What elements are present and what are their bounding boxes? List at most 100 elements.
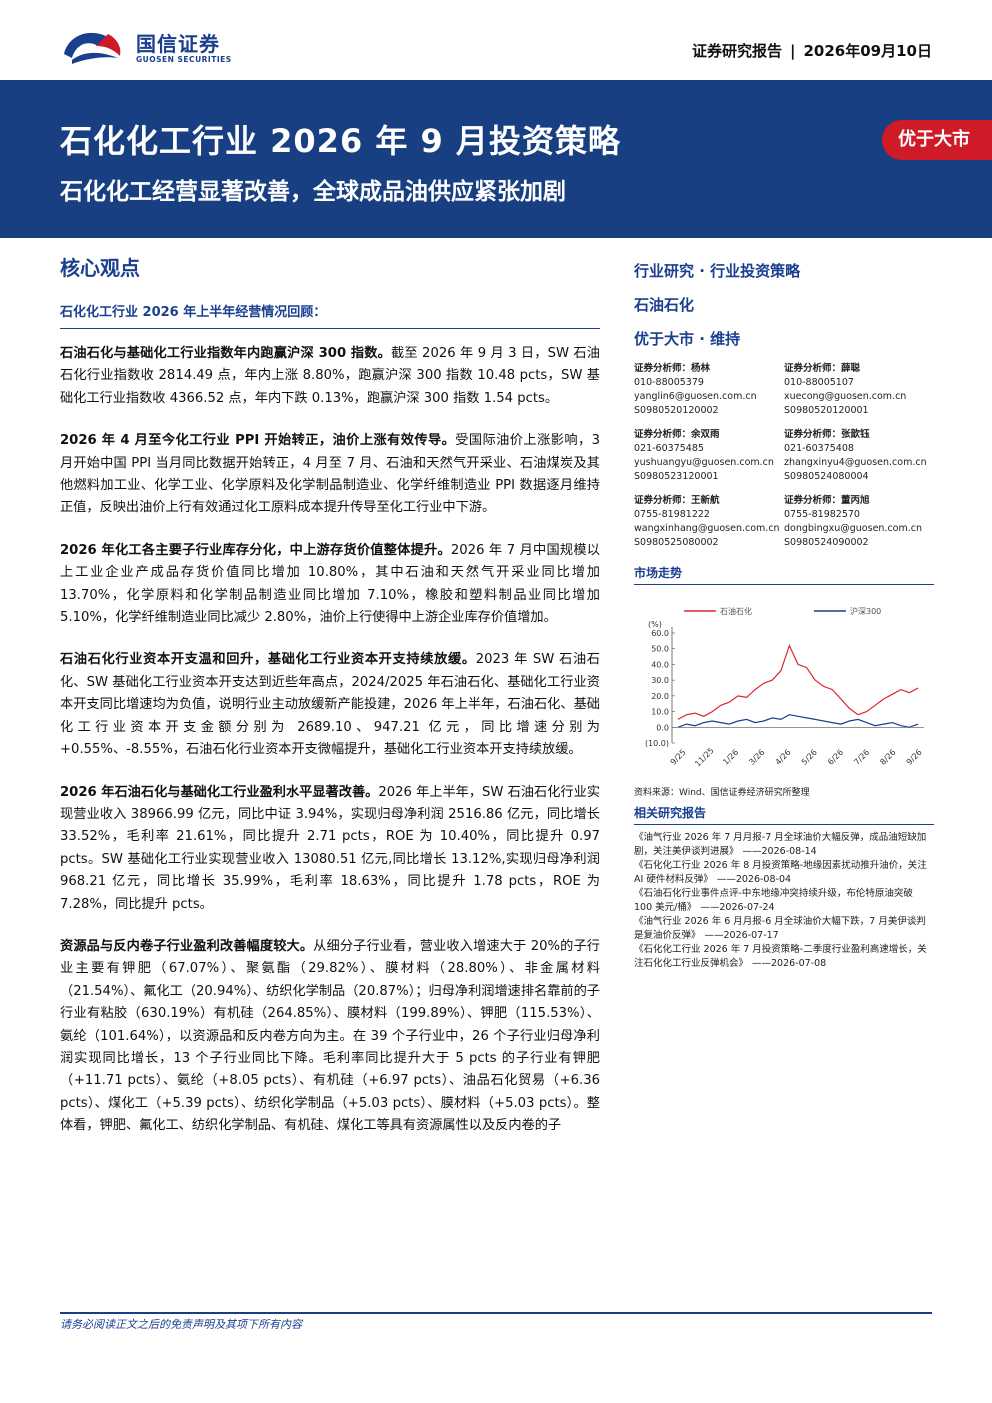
related-report-text: 《油气行业 2026 年 6 月月报-6 月全球油价大幅下跌，7 月美伊谈判是复… (634, 916, 926, 941)
logo-chinese-name: 国信证券 (136, 32, 220, 56)
y-tick-label: 50.0 (651, 645, 669, 654)
analyst-name-line: 证券分析师：董丙旭 (784, 494, 934, 508)
analyst-card: 证券分析师：杨林 010-88005379 yanglin6@guosen.com.… (634, 362, 784, 418)
x-tick-label: 7/26 (852, 748, 871, 767)
related-report-item[interactable]: 《石化化工行业 2026 年 8 月投资策略-地缘因素扰动推升油价，关注 AI … (634, 859, 934, 886)
analyst-name: 薛聪 (841, 363, 861, 374)
analyst-card: 证券分析师：张歆钰 021-60375408 zhangxinyu4@guosen.… (784, 428, 934, 484)
analyst-email[interactable]: yanglin6@guosen.com.cn (634, 390, 784, 404)
page-header: 国信证券 GUOSEN SECURITIES 证券研究报告 | 2026年09月10… (0, 0, 992, 80)
report-title: 石化化工行业 2026 年 9 月投资策略 (60, 122, 621, 160)
analyst-name-line: 证券分析师：余双雨 (634, 428, 784, 442)
related-report-date: ——2026-08-14 (742, 845, 817, 857)
report-meta: 证券研究报告 | 2026年09月10日 (692, 40, 932, 61)
logo-english-name: GUOSEN SECURITIES (136, 55, 232, 64)
analyst-email[interactable]: yushuangyu@guosen.com.cn (634, 456, 784, 470)
analyst-name-line: 证券分析师：杨林 (634, 362, 784, 376)
analyst-cert: S0980524080004 (784, 471, 869, 482)
analyst-name: 余双雨 (691, 429, 720, 440)
title-banner: 石化化工行业 2026 年 9 月投资策略 石化化工经营显著改善，全球成品油供应… (0, 80, 992, 238)
chart-source-note: 资料来源：Wind、国信证券经济研究所整理 (634, 788, 810, 798)
market-trend-title: 市场走势 (634, 564, 934, 585)
report-type: 证券研究报告 (692, 42, 783, 60)
x-tick-label: 8/26 (878, 748, 897, 767)
x-tick-label: 6/26 (826, 748, 845, 767)
related-report-item[interactable]: 《石化化工行业 2026 年 7 月投资策略-二季度行业盈利高速增长，关注石化化… (634, 943, 934, 970)
paragraph-lead: 石油石化与基础化工行业指数年内跑赢沪深 300 指数。 (60, 346, 391, 361)
analyst-phone: 010-88005107 (784, 377, 854, 388)
related-report-item[interactable]: 《油气行业 2026 年 6 月月报-6 月全球油价大幅下跌，7 月美伊谈判是复… (634, 915, 934, 942)
related-report-date: ——2026-07-17 (704, 929, 779, 941)
y-tick-label: 30.0 (651, 676, 669, 685)
footer-disclaimer: 请务必阅读正文之后的免责声明及其项下所有内容 (60, 1318, 302, 1331)
main-content: 核心观点 石化化工行业 2026 年上半年经营情况回顾： 石油石化与基础化工行业… (60, 252, 600, 1138)
analyst-cert: S0980520120002 (634, 405, 719, 416)
market-trend-chart: 石油石化 沪深300 (%) 60.0 50.0 40.0 30.0 20.0 10.0 0.0 (… (634, 593, 934, 783)
paragraph-lead: 2026 年化工各主要子行业库存分化，中上游存货价值整体提升。 (60, 542, 451, 558)
related-report-date: ——2026-07-08 (752, 957, 827, 969)
analyst-title: 证券分析师： (634, 429, 692, 440)
analyst-title: 证券分析师： (784, 495, 842, 506)
analyst-name: 王新航 (691, 495, 720, 506)
analyst-email[interactable]: zhangxinyu4@guosen.com.cn (784, 456, 934, 470)
analyst-name-line: 证券分析师：薛聪 (784, 362, 934, 376)
analyst-name: 张歆钰 (841, 429, 870, 440)
analyst-title: 证券分析师： (634, 363, 692, 374)
analyst-title: 证券分析师： (784, 363, 842, 374)
body-paragraph: 2026 年石油石化与基础化工行业盈利水平显著改善。2026 年上半年，SW 石… (60, 782, 600, 916)
guosen-logo-icon (64, 32, 121, 64)
y-tick-label: 10.0 (651, 708, 669, 717)
analyst-list: 证券分析师：杨林 010-88005379 yanglin6@guosen.com.… (634, 362, 934, 550)
analyst-email[interactable]: wangxinhang@guosen.com.cn (634, 522, 784, 536)
analyst-cert: S0980525080002 (634, 537, 719, 548)
analyst-phone: 010-88005379 (634, 377, 704, 388)
analyst-email[interactable]: xuecong@guosen.com.cn (784, 390, 934, 404)
legend-label: 沪深300 (850, 606, 881, 616)
related-report-list: 《油气行业 2026 年 7 月月报-7 月全球油价大幅反弹，成品油短缺加剧，关… (634, 831, 934, 970)
analyst-cert: S0980524090002 (784, 537, 869, 548)
paragraph-lead: 2026 年石油石化与基础化工行业盈利水平显著改善。 (60, 784, 379, 800)
chart-svg: 石油石化 沪深300 (%)60.0 50.0 40.0 30.0 20.0 10.0 0.0 (… (645, 606, 924, 769)
analyst-card: 证券分析师：王新航 0755-81981222 wangxinhang@guosen… (634, 494, 784, 550)
series-line (677, 643, 919, 720)
body-paragraph: 2026 年化工各主要子行业库存分化，中上游存货价值整体提升。2026 年 7 … (60, 540, 600, 630)
analyst-email[interactable]: dongbingxu@guosen.com.cn (784, 522, 934, 536)
paragraph-text: 2023 年 SW 石油石化、SW 基础化工行业资本开支达到近些年高点，2024… (60, 652, 600, 758)
paragraph-lead: 石油石化行业资本开支温和回升，基础化工行业资本开支持续放缓。 (60, 652, 476, 668)
analyst-phone: 021-60375408 (784, 443, 854, 454)
analyst-name: 杨林 (691, 363, 711, 374)
report-category: 行业研究 · 行业投资策略 (634, 262, 801, 280)
paragraph-lead: 资源品与反内卷子行业盈利改善幅度较大。 (60, 938, 314, 954)
legend-label: 石油石化 (720, 606, 752, 616)
report-date: 2026年09月10日 (803, 42, 933, 60)
analyst-phone: 0755-81981222 (634, 509, 710, 520)
related-reports-title: 相关研究报告 (634, 804, 934, 825)
analyst-name-line: 证券分析师：张歆钰 (784, 428, 934, 442)
section-title: 核心观点 (60, 256, 140, 280)
related-report-date: ——2026-07-24 (700, 901, 775, 913)
sidebar: 行业研究 · 行业投资策略 石油石化 优于大市 · 维持 证券分析师：杨林 010… (634, 260, 934, 971)
related-report-item[interactable]: 《石油石化行业事件点评-中东地缘冲突持续升级，布伦特原油突破 100 美元/桶》… (634, 887, 934, 914)
analyst-card: 证券分析师：余双雨 021-60375485 yushuangyu@guosen.c… (634, 428, 784, 484)
analyst-cert: S0980520120001 (784, 405, 869, 416)
meta-separator: | (790, 42, 796, 60)
x-tick-label: 3/26 (747, 748, 766, 767)
analyst-phone: 021-60375485 (634, 443, 704, 454)
x-tick-label: 9/25 (669, 748, 688, 767)
analyst-cert: S0980523120001 (634, 471, 719, 482)
related-report-item[interactable]: 《油气行业 2026 年 7 月月报-7 月全球油价大幅反弹，成品油短缺加剧，关… (634, 831, 934, 858)
y-tick-label: 20.0 (651, 692, 669, 701)
paragraph-text: 2026 年上半年，SW 石油石化行业实现营业收入 38966.99 亿元，同比… (60, 784, 601, 912)
analyst-card: 证券分析师：董丙旭 0755-81982570 dongbingxu@guosen.… (784, 494, 934, 550)
analyst-title: 证券分析师： (784, 429, 842, 440)
analyst-name: 董丙旭 (841, 495, 870, 506)
paragraph-lead: 2026 年 4 月至今化工行业 PPI 开始转正，油价上涨有效传导。 (60, 433, 456, 449)
analyst-name-line: 证券分析师：王新航 (634, 494, 784, 508)
y-tick-label: (10.0) (645, 739, 669, 748)
analyst-card: 证券分析师：薛聪 010-88005107 xuecong@guosen.com.c… (784, 362, 934, 418)
y-unit-label: (%) (648, 620, 662, 629)
x-tick-label: 1/26 (721, 748, 740, 767)
body-paragraph: 石油石化行业资本开支温和回升，基础化工行业资本开支持续放缓。2023 年 SW … (60, 649, 600, 761)
y-tick-label: 40.0 (651, 660, 669, 669)
paragraph-list: 石油石化与基础化工行业指数年内跑赢沪深 300 指数。截至 2026 年 9 月… (60, 343, 600, 1138)
